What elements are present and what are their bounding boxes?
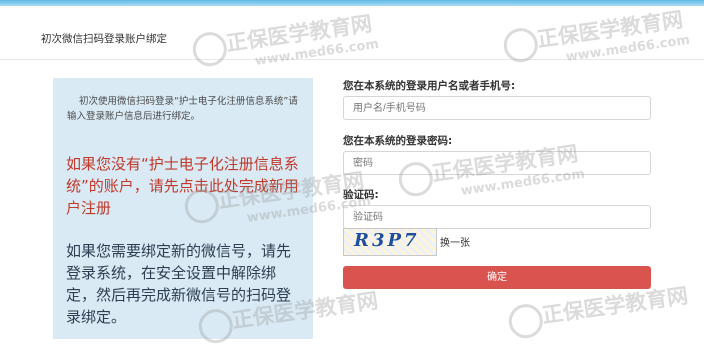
captcha-image[interactable]: R3P7 xyxy=(343,228,437,256)
captcha-input[interactable] xyxy=(343,205,651,229)
watermark-seal-icon xyxy=(506,301,546,341)
submit-button[interactable]: 确定 xyxy=(343,266,651,289)
password-label: 您在本系统的登录密码: xyxy=(343,135,453,147)
captcha-code: R3P7 xyxy=(354,230,420,251)
page-header: 初次微信扫码登录账户绑定 xyxy=(0,6,704,60)
refresh-captcha-link[interactable]: 换一张 xyxy=(440,234,470,249)
page-title: 初次微信扫码登录账户绑定 xyxy=(41,33,167,45)
intro-text: 初次使用微信扫码登录“护士电子化注册信息系统”请输入登录账户信息后进行绑定。 xyxy=(67,96,298,122)
register-link[interactable]: 如果您没有“护士电子化注册信息系统”的账户，请先点击此处完成新用户注册 xyxy=(66,153,304,219)
login-form: 您在本系统的登录用户名或者手机号: 您在本系统的登录密码: 验证码: R3P7 … xyxy=(343,76,653,296)
username-input[interactable] xyxy=(343,96,651,120)
username-label: 您在本系统的登录用户名或者手机号: xyxy=(343,80,516,92)
info-panel: 初次使用微信扫码登录“护士电子化注册信息系统”请输入登录账户信息后进行绑定。 如… xyxy=(53,78,313,339)
password-input[interactable] xyxy=(343,151,651,175)
captcha-label: 验证码: xyxy=(343,189,379,201)
unbind-note: 如果您需要绑定新的微信号，请先登录系统，在安全设置中解除绑定，然后再完成新微信号… xyxy=(66,242,292,326)
